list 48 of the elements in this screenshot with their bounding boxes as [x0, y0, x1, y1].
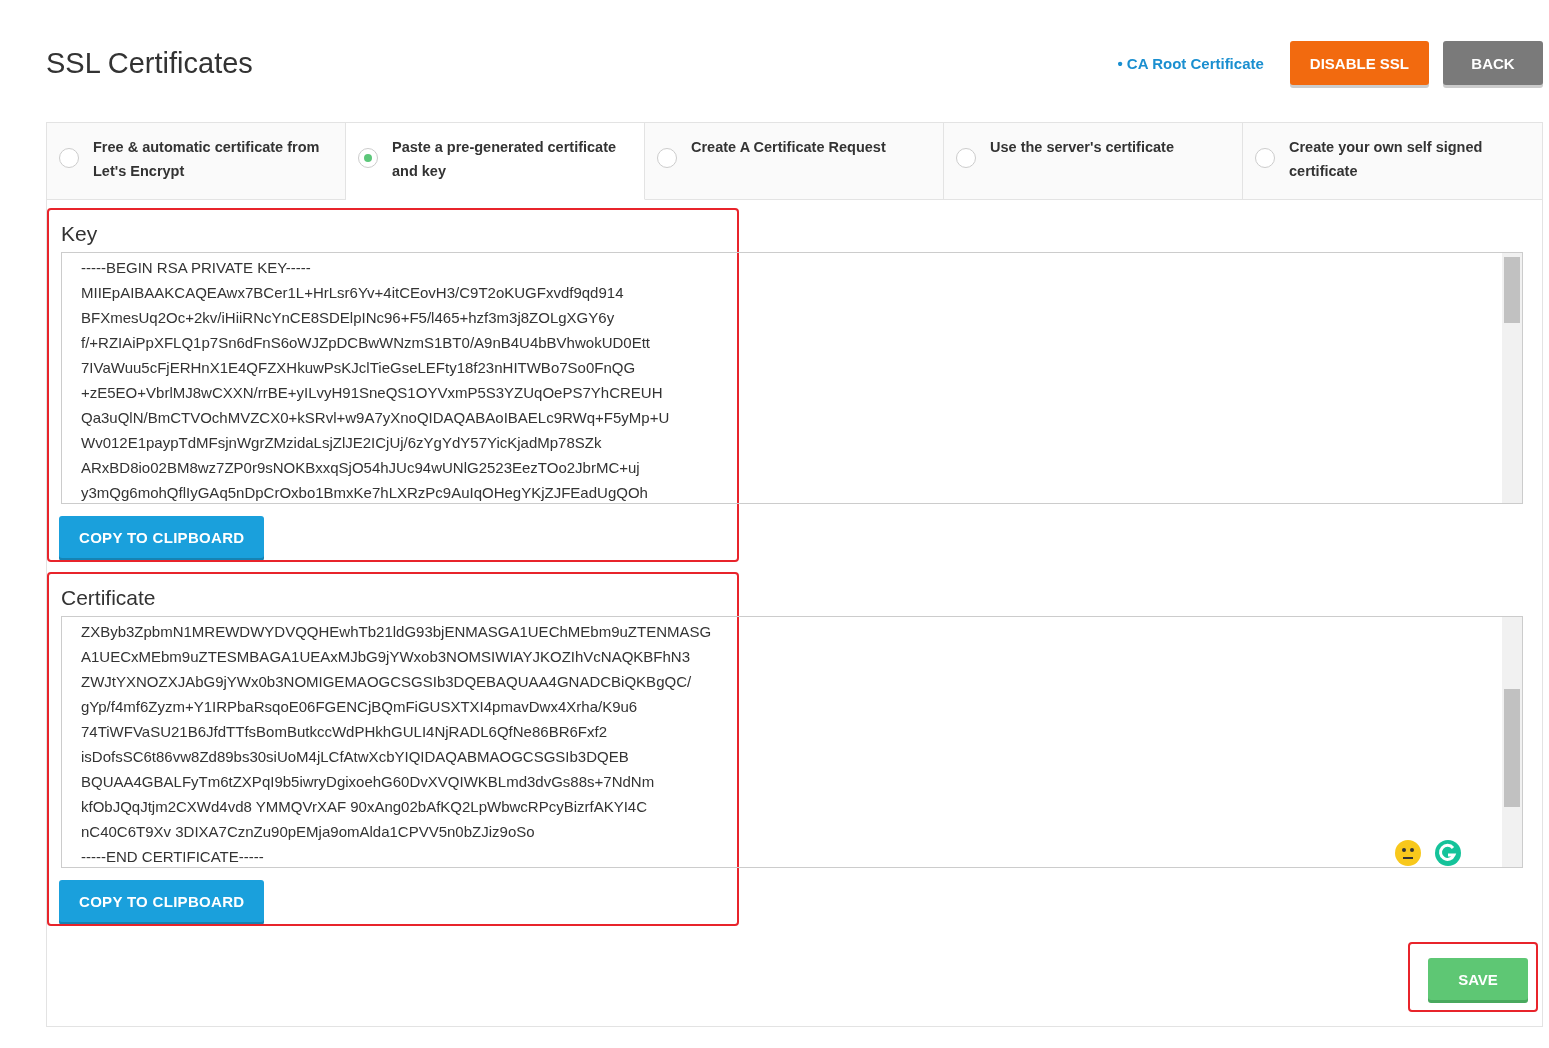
- code-line: Qa3uQlN/BmCTVOchMVZCX0+kSRvl+w9A7yXnoQIDAQABAoIBAELc9RWq+F5yMp+U: [81, 408, 670, 428]
- radio-button[interactable]: [358, 148, 378, 168]
- code-line: gYp/f4mf6Zyzm+Y1IRPbaRsqoE06FGENCjBQmFiGUSXTXI4pmavDwx4Xrha/K9u6: [81, 697, 638, 717]
- code-line: ZXByb3ZpbmN1MREWDWYDVQQHEwhTb21ldG93bjENMASGA1UEChMEbm9uZTENMASG: [81, 622, 712, 642]
- scrollbar[interactable]: [1502, 253, 1522, 503]
- code-line: Wv012E1paypTdMFsjnWgrZMzidaLsjZlJE2ICjUj/6zYgYdY57YicKjadMp78SZk: [81, 433, 602, 453]
- copy-to-clipboard-button[interactable]: COPY TO CLIPBOARD: [59, 516, 265, 558]
- page-title: SSL Certificates: [46, 46, 254, 80]
- tab-label: Free & automatic certificate from Let's Encrypt: [93, 138, 321, 181]
- code-line: A1UECxMEbm9uZTESMBAGA1UEAxMJbG9jYWxob3NOMSIWIAYJKOZIhVcNAQKBFhN3: [81, 647, 691, 667]
- code-line: -----END CERTIFICATE-----: [81, 847, 264, 867]
- code-line: BFXmesUq2Oc+2kv/iHiiRNcYnCE8SDElpINc96+F5/l465+hzf3m3j8ZOLgXGY6y: [81, 308, 615, 328]
- grammar-assistant-icon[interactable]: [1434, 839, 1462, 867]
- code-line: BQUAA4GBALFyTm6tZXPqI9b5iwryDgixoehG60DvXVQIWKBLmd3dvGs88s+7NdNm: [81, 772, 655, 792]
- code-line: +zE5EO+VbrlMJ8wCXXN/rrBE+yILvyH91SneQS1OYVxmP5S3YZUqOePS7YhCREUH: [81, 383, 663, 403]
- option-tab[interactable]: Create your own self signed certificate: [1243, 123, 1542, 200]
- radio-button[interactable]: [1255, 148, 1275, 168]
- back-button[interactable]: BACK: [1443, 41, 1543, 85]
- code-line: 7IVaWuu5cFjERHnX1E4QFZXHkuwPsKJclTieGseLEFty18f23nHITWBo7So0FnQG: [81, 358, 636, 378]
- code-line: y3mQg6mohQflIyGAq5nDpCrOxbo1BmxKe7hLXRzPc9AuIqOHegYKjZJFEadUgQOh: [81, 483, 648, 503]
- text-area[interactable]: [61, 616, 1523, 868]
- code-line: isDofsSC6t86vw8Zd89bs30siUoM4jLCfAtwXcbYIQIDAQABMAOGCSGSIb3DQEB: [81, 747, 629, 767]
- radio-button[interactable]: [956, 148, 976, 168]
- disable-ssl-button[interactable]: DISABLE SSL: [1289, 41, 1429, 85]
- code-line: ARxBD8io02BM8wz7ZP0r9sNOKBxxqSjO54hJUc94wUNlG2523EezTOo2JbrMC+uj: [81, 458, 640, 478]
- option-tab[interactable]: Create A Certificate Request: [645, 123, 944, 200]
- code-line: 74TiWFVaSU21B6JfdTTfsBomButkccWdPHkhGULI4NjRADL6QfNe86BR6Fxf2: [81, 722, 607, 742]
- radio-button[interactable]: [59, 148, 79, 168]
- code-line: f/+RZIAiPpXFLQ1p7Sn6dFnS6oWJZpDCBwWNzmS1BT0/A9nB4U4bBVhwokUD0Ett: [81, 333, 650, 353]
- code-line: -----BEGIN RSA PRIVATE KEY-----: [81, 258, 311, 278]
- option-tab[interactable]: Use the server's certificate: [944, 123, 1243, 200]
- tab-label: Create your own self signed certificate: [1289, 138, 1484, 181]
- tab-label: Paste a pre-generated certificate and key: [392, 138, 618, 181]
- scrollbar[interactable]: [1502, 617, 1522, 867]
- ca-root-certificate-link[interactable]: • CA Root Certificate: [1117, 54, 1264, 72]
- field-label: Key: [61, 222, 99, 246]
- radio-button[interactable]: [657, 148, 677, 168]
- code-line: ZWJtYXNOZXJAbG9jYWx0b3NOMIGEMAOGCSGSIb3DQEBAQUAA4GNADCBiQKBgQC/: [81, 672, 692, 692]
- neutral-face-icon[interactable]: [1394, 839, 1422, 867]
- tab-label: Use the server's certificate: [990, 138, 1174, 157]
- text-area[interactable]: [61, 252, 1523, 504]
- option-tab[interactable]: Free & automatic certificate from Let's Encrypt: [47, 123, 346, 200]
- copy-to-clipboard-button[interactable]: COPY TO CLIPBOARD: [59, 880, 265, 922]
- code-line: nC40C6T9Xv 3DIXA7CznZu90pEMja9omAlda1CPVV5n0bZJiz9oSo: [81, 822, 535, 842]
- code-line: kfObJQqJtjm2CXWd4vd8 YMMQVrXAF 90xAng02bAfKQ2LpWbwcRPcyBizrfAKYI4C: [81, 797, 648, 817]
- field-label: Certificate: [61, 586, 157, 610]
- tab-label: Create A Certificate Request: [691, 138, 886, 157]
- code-line: MIIEpAIBAAKCAQEAwx7BCer1L+HrLsr6Yv+4itCEovH3/C9T2oKUGFxvdf9qd914: [81, 283, 624, 303]
